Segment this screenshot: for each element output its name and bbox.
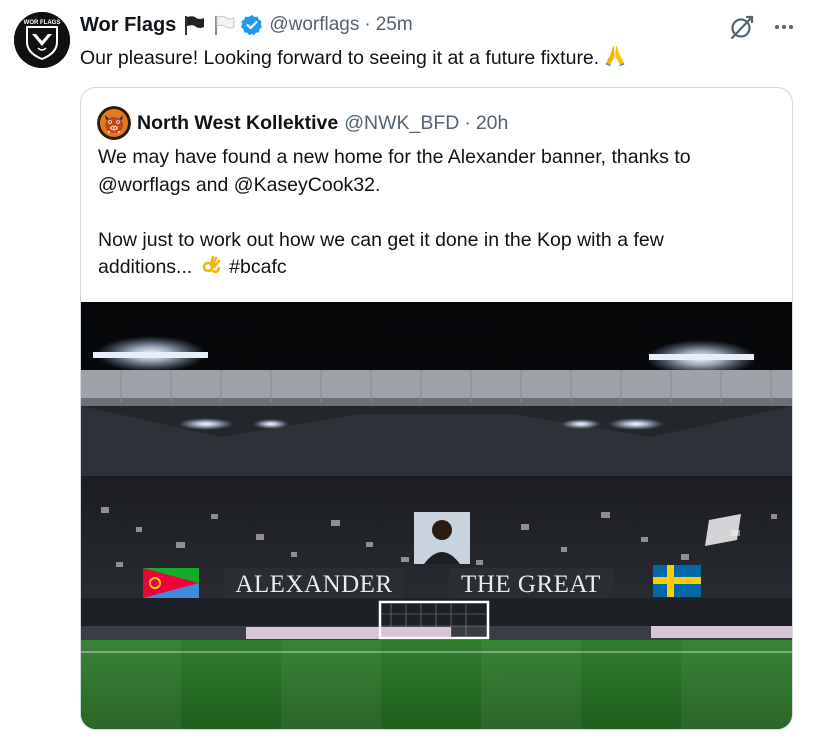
tweet[interactable]: WOR FLAGS Wor Flags @worflags · 25m Our … xyxy=(0,0,817,740)
author-handle[interactable]: @worflags xyxy=(269,14,359,36)
quoted-text-line-3: Now just to work out how we can get it d… xyxy=(98,228,664,251)
quoted-text-line-4: additions... #bcafc xyxy=(98,254,778,282)
folded-hands-emoji-icon xyxy=(603,43,627,67)
banner-right-text: THE GREAT xyxy=(461,571,601,598)
quoted-text-line-4-start: additions... xyxy=(98,256,193,278)
sweden-flag xyxy=(653,565,701,597)
hashtag-link[interactable]: #bcafc xyxy=(229,256,286,278)
avatar-logo-text: WOR FLAGS xyxy=(24,20,61,26)
quoted-author-name[interactable]: North West Kollektive xyxy=(137,112,338,135)
quoted-timestamp[interactable]: 20h xyxy=(476,112,509,135)
tweet-timestamp[interactable]: 25m xyxy=(376,14,413,36)
quoted-tweet-image[interactable]: ALEXANDER THE GREAT xyxy=(81,302,792,729)
quoted-author-avatar[interactable] xyxy=(97,106,131,140)
tweet-text: Our pleasure! Looking forward to seeing … xyxy=(80,43,627,70)
verified-badge-icon[interactable] xyxy=(241,14,263,36)
quoted-separator-dot: · xyxy=(464,111,471,134)
black-flag-icon xyxy=(182,14,206,36)
author-name[interactable]: Wor Flags xyxy=(80,14,176,37)
eritrea-flag xyxy=(143,568,199,598)
more-icon[interactable] xyxy=(773,16,795,38)
quoted-text-line-1: We may have found a new home for the Ale… xyxy=(98,146,691,168)
banner-left-text: ALEXANDER xyxy=(235,571,392,598)
quoted-tweet-header: North West Kollektive @NWK_BFD · 20h xyxy=(97,106,508,140)
ok-hand-emoji-icon xyxy=(200,254,222,276)
tweet-text-content: Our pleasure! Looking forward to seeing … xyxy=(80,47,600,69)
tweet-header: Wor Flags @worflags · 25m xyxy=(80,11,413,39)
quoted-tweet-text: We may have found a new home for the Ale… xyxy=(98,144,778,282)
top-actions xyxy=(729,14,795,40)
quoted-text-line-2: @worflags and @KaseyCook32. xyxy=(98,173,381,196)
quoted-author-handle[interactable]: @NWK_BFD xyxy=(344,112,459,135)
author-avatar[interactable]: WOR FLAGS xyxy=(14,12,70,68)
white-flag-icon xyxy=(212,14,236,36)
grok-icon[interactable] xyxy=(729,14,755,40)
separator-dot: · xyxy=(364,14,371,35)
quoted-tweet[interactable]: North West Kollektive @NWK_BFD · 20h We … xyxy=(80,87,793,730)
